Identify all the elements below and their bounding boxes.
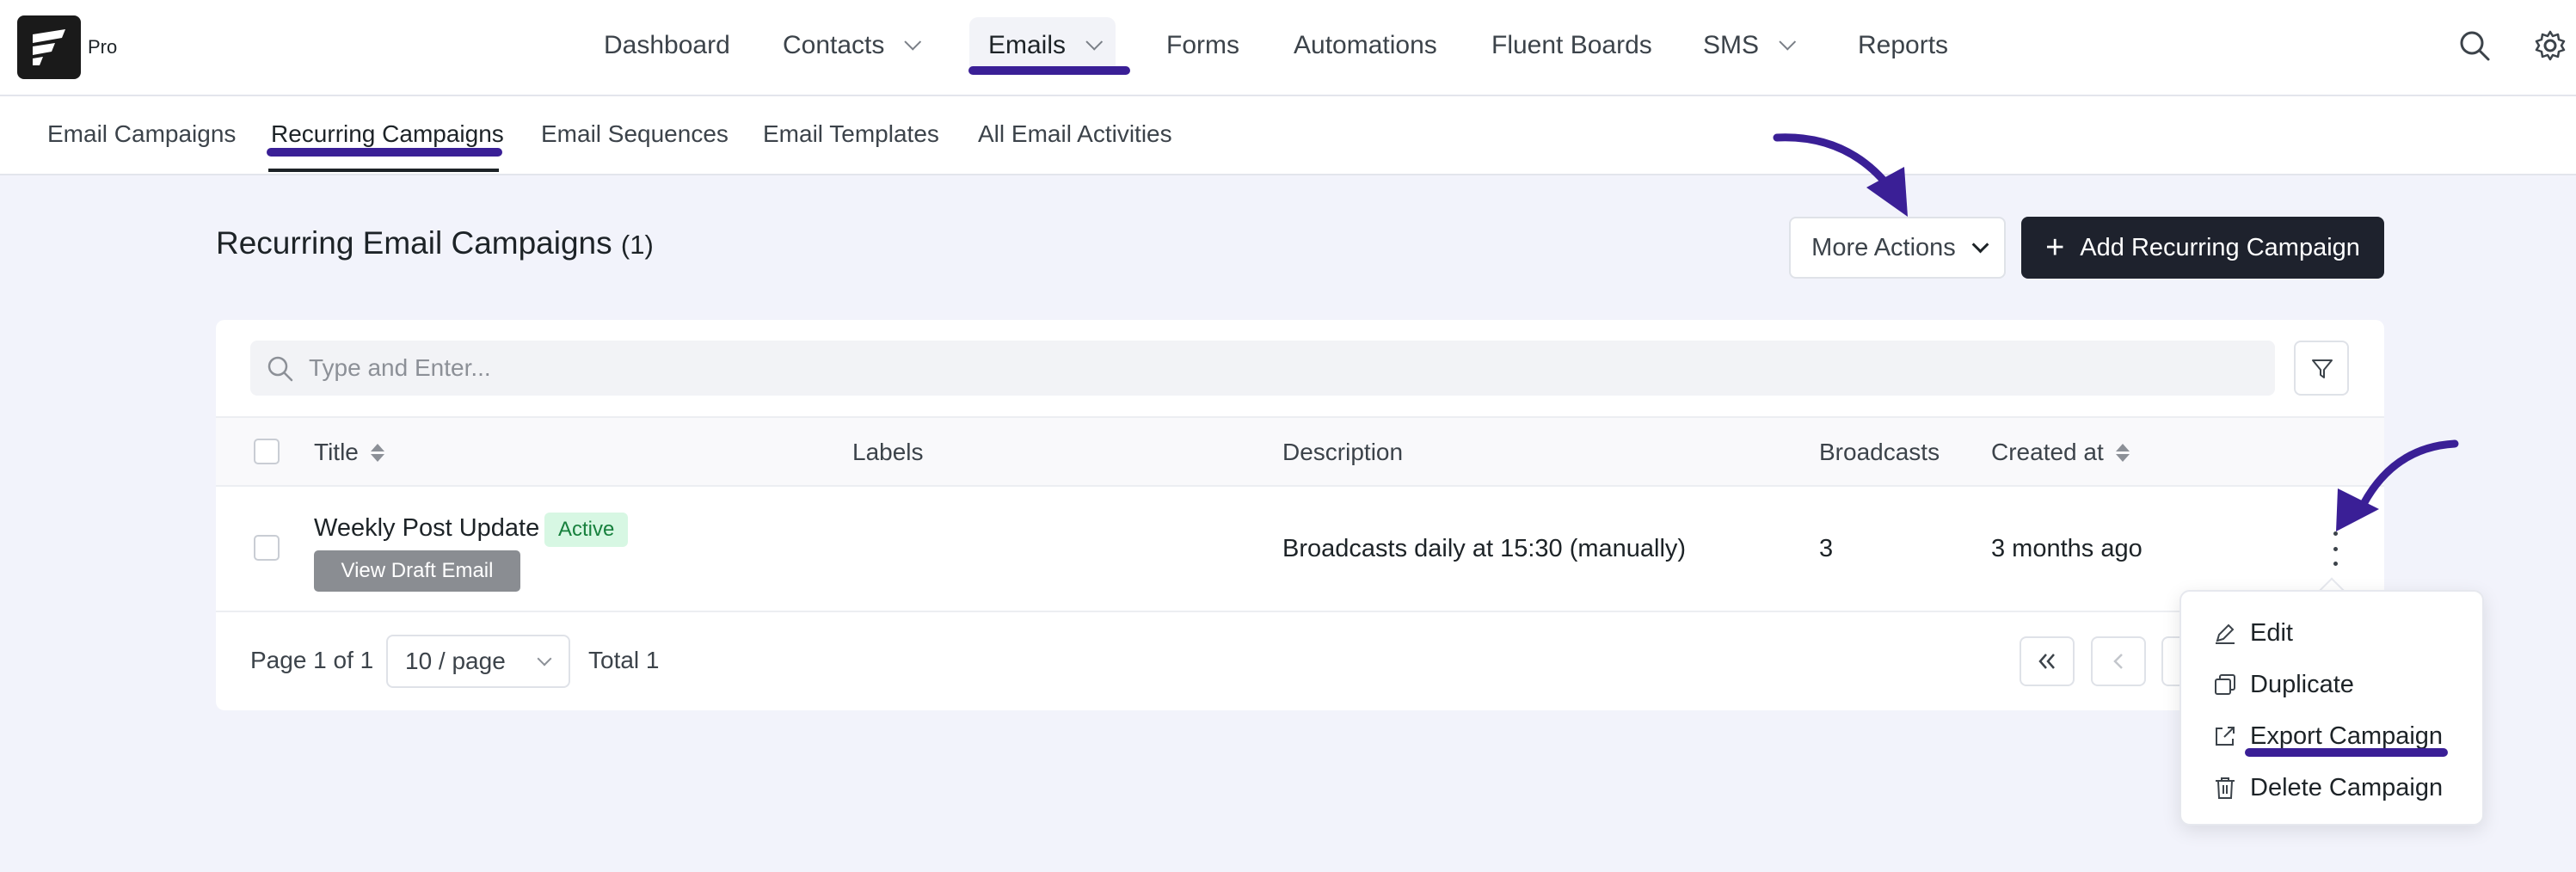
annotation-arrow-icon bbox=[2336, 439, 2459, 531]
menu-item-duplicate[interactable]: Duplicate bbox=[2212, 666, 2354, 703]
created-at-value: 3 months ago bbox=[1991, 535, 2143, 562]
active-tab-indicator bbox=[268, 169, 499, 172]
nav-dashboard-label: Dashboard bbox=[604, 31, 730, 59]
nav-fluent-boards[interactable]: Fluent Boards bbox=[1472, 17, 1671, 74]
view-draft-email-button[interactable]: View Draft Email bbox=[314, 550, 520, 592]
page-info: Page 1 of 1 bbox=[250, 647, 374, 673]
pencil-icon bbox=[2216, 623, 2235, 644]
table-header: Title Labels Description Broadcasts Crea… bbox=[216, 416, 2384, 487]
chevron-down-icon bbox=[1779, 33, 1797, 51]
trash-icon bbox=[2216, 777, 2235, 799]
menu-item-duplicate-label: Duplicate bbox=[2250, 670, 2354, 698]
row-checkbox[interactable] bbox=[254, 535, 280, 561]
pro-badge: Pro bbox=[88, 36, 118, 58]
nav-reports[interactable]: Reports bbox=[1839, 17, 1967, 74]
nav-fluent-boards-label: Fluent Boards bbox=[1491, 31, 1652, 59]
filter-button[interactable] bbox=[2294, 341, 2349, 396]
subnav-email-campaigns[interactable]: Email Campaigns bbox=[47, 120, 236, 148]
chevron-down-icon bbox=[904, 33, 922, 51]
column-description: Description bbox=[1282, 439, 1403, 466]
nav-sms-label: SMS bbox=[1703, 31, 1760, 59]
row-actions-dropdown: Edit Duplicate Export Campaign Delete Ca… bbox=[2179, 590, 2484, 826]
fluentcrm-logo[interactable] bbox=[17, 15, 81, 79]
menu-item-delete-campaign[interactable]: Delete Campaign bbox=[2212, 769, 2443, 807]
column-labels-label: Labels bbox=[852, 439, 924, 465]
add-recurring-campaign-label: Add Recurring Campaign bbox=[2080, 233, 2360, 261]
annotation-arrow-icon bbox=[1773, 133, 1908, 217]
subnav-email-sequences[interactable]: Email Sequences bbox=[541, 120, 729, 148]
nav-contacts[interactable]: Contacts bbox=[764, 17, 934, 74]
first-page-button[interactable] bbox=[2020, 636, 2075, 686]
subnav-email-templates[interactable]: Email Templates bbox=[763, 120, 939, 148]
menu-item-edit[interactable]: Edit bbox=[2212, 614, 2293, 652]
email-subnav: Email Campaigns Recurring Campaigns Emai… bbox=[0, 96, 2576, 175]
nav-automations[interactable]: Automations bbox=[1275, 17, 1456, 74]
campaign-count: (1) bbox=[620, 230, 654, 260]
chevron-left-icon bbox=[2113, 654, 2123, 669]
search-icon[interactable] bbox=[2458, 29, 2491, 62]
filter-icon bbox=[2312, 359, 2333, 378]
search-input[interactable] bbox=[309, 347, 2253, 389]
menu-item-edit-label: Edit bbox=[2250, 618, 2293, 647]
emails-highlight-underline bbox=[968, 66, 1130, 75]
column-broadcasts: Broadcasts bbox=[1819, 439, 1940, 466]
more-actions-label: More Actions bbox=[1811, 233, 1956, 261]
nav-emails-label: Emails bbox=[988, 31, 1067, 59]
column-created-at[interactable]: Created at bbox=[1991, 439, 2130, 466]
chevron-down-icon bbox=[1971, 236, 1989, 254]
menu-item-export-campaign-label: Export Campaign bbox=[2250, 722, 2444, 750]
search-icon bbox=[267, 356, 293, 382]
nav-automations-label: Automations bbox=[1294, 31, 1437, 59]
previous-page-button[interactable] bbox=[2091, 636, 2146, 686]
subnav-all-email-activities[interactable]: All Email Activities bbox=[978, 120, 1172, 148]
campaign-description: Broadcasts daily at 15:30 (manually) bbox=[1282, 535, 1687, 562]
column-broadcasts-label: Broadcasts bbox=[1819, 439, 1940, 465]
subnav-recurring-campaigns[interactable]: Recurring Campaigns bbox=[271, 120, 504, 148]
select-all-checkbox[interactable] bbox=[254, 439, 280, 464]
nav-dashboard[interactable]: Dashboard bbox=[585, 17, 749, 74]
campaigns-table-card: Title Labels Description Broadcasts Crea… bbox=[216, 320, 2384, 710]
status-badge: Active bbox=[544, 513, 629, 547]
sort-icon[interactable] bbox=[370, 443, 384, 462]
page-size-value: 10 / page bbox=[405, 648, 506, 674]
gear-icon[interactable] bbox=[2534, 29, 2567, 62]
column-description-label: Description bbox=[1282, 439, 1404, 465]
add-recurring-campaign-button[interactable]: + Add Recurring Campaign bbox=[2021, 217, 2384, 279]
page-title-text: Recurring Email Campaigns bbox=[216, 225, 612, 261]
column-created-at-label: Created at bbox=[1991, 439, 2104, 465]
search-box bbox=[250, 341, 2275, 396]
chevron-down-icon bbox=[537, 651, 552, 666]
double-chevron-left-icon bbox=[2038, 654, 2055, 669]
nav-forms[interactable]: Forms bbox=[1147, 17, 1258, 74]
column-labels: Labels bbox=[852, 439, 924, 466]
logo-mark-icon bbox=[33, 29, 65, 65]
broadcasts-count: 3 bbox=[1819, 535, 1834, 562]
page-title: Recurring Email Campaigns (1) bbox=[216, 225, 654, 261]
recurring-highlight-underline bbox=[267, 148, 502, 157]
column-title[interactable]: Title bbox=[314, 439, 384, 466]
sort-icon[interactable] bbox=[2115, 443, 2130, 462]
plus-icon: + bbox=[2045, 230, 2065, 266]
table-row: Weekly Post Update Active View Draft Ema… bbox=[216, 487, 2384, 612]
campaign-title[interactable]: Weekly Post Update bbox=[314, 514, 539, 543]
nav-sms[interactable]: SMS bbox=[1684, 17, 1809, 74]
top-navigation-bar: Pro Dashboard Contacts Emails Forms Auto… bbox=[0, 0, 2576, 96]
nav-contacts-label: Contacts bbox=[783, 31, 885, 59]
copy-icon bbox=[2215, 674, 2235, 695]
export-icon bbox=[2216, 727, 2235, 746]
nav-reports-label: Reports bbox=[1858, 31, 1949, 59]
column-title-label: Title bbox=[314, 439, 359, 465]
chevron-down-icon bbox=[1085, 33, 1104, 51]
row-actions-menu-icon[interactable] bbox=[2327, 531, 2344, 566]
menu-item-delete-campaign-label: Delete Campaign bbox=[2250, 773, 2444, 801]
nav-forms-label: Forms bbox=[1166, 31, 1239, 59]
total-count: Total 1 bbox=[588, 647, 660, 673]
page-size-select[interactable]: 10 / page bbox=[386, 635, 570, 688]
export-highlight-underline bbox=[2245, 748, 2448, 757]
